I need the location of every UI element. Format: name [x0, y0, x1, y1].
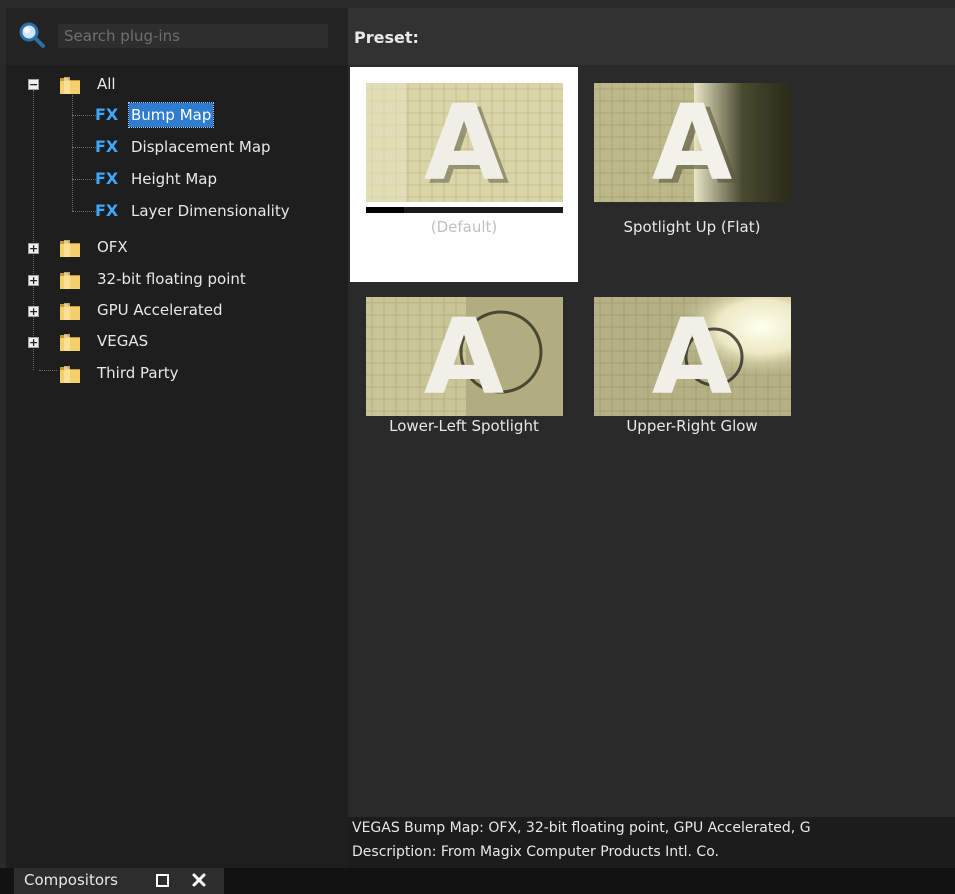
description-panel: VEGAS Bump Map: OFX, 32-bit floating poi… [348, 817, 955, 868]
preset-label: Spotlight Up (Flat) [623, 218, 761, 236]
folder-icon [60, 77, 80, 94]
tree-connector [33, 90, 34, 370]
preset-title: Preset: [354, 28, 419, 47]
fx-icon: FX [95, 105, 119, 124]
tree-item-all[interactable]: All [95, 72, 118, 96]
preset-label: Lower-Left Spotlight [389, 417, 539, 435]
preset-tile-lower-left-spotlight[interactable]: A Lower-Left Spotlight [350, 281, 578, 496]
tree-connector [72, 147, 96, 148]
plugin-summary: VEGAS Bump Map: OFX, 32-bit floating poi… [352, 820, 811, 836]
tree-item-vegas[interactable]: VEGAS [95, 329, 150, 353]
bottom-tab-bar: Compositors [0, 868, 955, 894]
tree-connector [72, 115, 96, 116]
plugin-tree-pane: − All FX Bump Map FX Displacement Map FX… [6, 8, 348, 868]
preset-label: Upper-Right Glow [626, 417, 758, 435]
close-icon[interactable] [191, 872, 207, 888]
preset-tile-spotlight-up[interactable]: A A Spotlight Up (Flat) [578, 67, 806, 282]
tree-item-label: Bump Map [127, 102, 215, 128]
tree-item-third-party[interactable]: Third Party [95, 361, 181, 385]
tab-compositors[interactable]: Compositors [14, 868, 224, 894]
preset-thumbnail: A [594, 297, 791, 416]
folder-icon [60, 303, 80, 320]
fx-icon: FX [95, 169, 119, 188]
tree-connector [72, 211, 96, 212]
search-bar [6, 8, 348, 65]
tree-item-label: OFX [97, 238, 128, 256]
fx-icon: FX [95, 201, 119, 220]
tree-item-label: 32-bit floating point [97, 270, 246, 288]
folder-icon [60, 334, 80, 351]
folder-icon [60, 366, 80, 383]
expand-icon[interactable]: + [28, 337, 39, 348]
preset-thumbnail: A A [594, 83, 791, 202]
preset-tile-default[interactable]: A A (Default) [350, 67, 578, 282]
svg-text:A: A [424, 297, 505, 416]
tree-item-label: GPU Accelerated [97, 301, 223, 319]
tree-item-label: Displacement Map [131, 138, 271, 156]
tree-item-gpu-accelerated[interactable]: GPU Accelerated [95, 298, 225, 322]
tree-connector [72, 95, 73, 211]
tree-item-label: VEGAS [97, 332, 149, 350]
preset-grid: A A (Default) A A Spotlight Up (Flat) A … [348, 65, 955, 817]
expand-icon[interactable]: + [28, 243, 39, 254]
tree-connector [39, 370, 57, 371]
preset-header: Preset: [348, 8, 955, 65]
restore-icon[interactable] [156, 874, 169, 887]
svg-text:A: A [652, 297, 733, 416]
folder-icon [60, 240, 80, 257]
folder-icon [60, 272, 80, 289]
preset-thumbnail: A A [366, 83, 563, 202]
plugin-description: Description: From Magix Computer Product… [352, 844, 719, 860]
tree-item-label: Height Map [131, 170, 218, 188]
tab-label: Compositors [24, 871, 118, 889]
plugin-chooser-window: − All FX Bump Map FX Displacement Map FX… [0, 0, 955, 894]
preset-progress-bar [366, 207, 563, 213]
expand-icon[interactable]: + [28, 306, 39, 317]
search-icon[interactable] [17, 20, 47, 50]
preset-thumbnail: A [366, 297, 563, 416]
tree-item-label: Layer Dimensionality [131, 202, 290, 220]
fx-icon: FX [95, 137, 119, 156]
tree-item-ofx[interactable]: OFX [95, 235, 130, 259]
tree-connector [72, 179, 96, 180]
tree-item-32bit[interactable]: 32-bit floating point [95, 267, 248, 291]
search-input[interactable] [58, 24, 328, 48]
tree-item-label: Third Party [97, 364, 179, 382]
svg-text:A: A [424, 83, 505, 202]
collapse-icon[interactable]: − [28, 79, 39, 90]
plugin-tree: − All FX Bump Map FX Displacement Map FX… [6, 65, 348, 865]
expand-icon[interactable]: + [28, 275, 39, 286]
preset-label: (Default) [430, 218, 498, 236]
preset-tile-upper-right-glow[interactable]: A Upper-Right Glow [578, 281, 806, 496]
svg-text:A: A [652, 83, 733, 202]
tree-item-label: All [97, 75, 116, 93]
